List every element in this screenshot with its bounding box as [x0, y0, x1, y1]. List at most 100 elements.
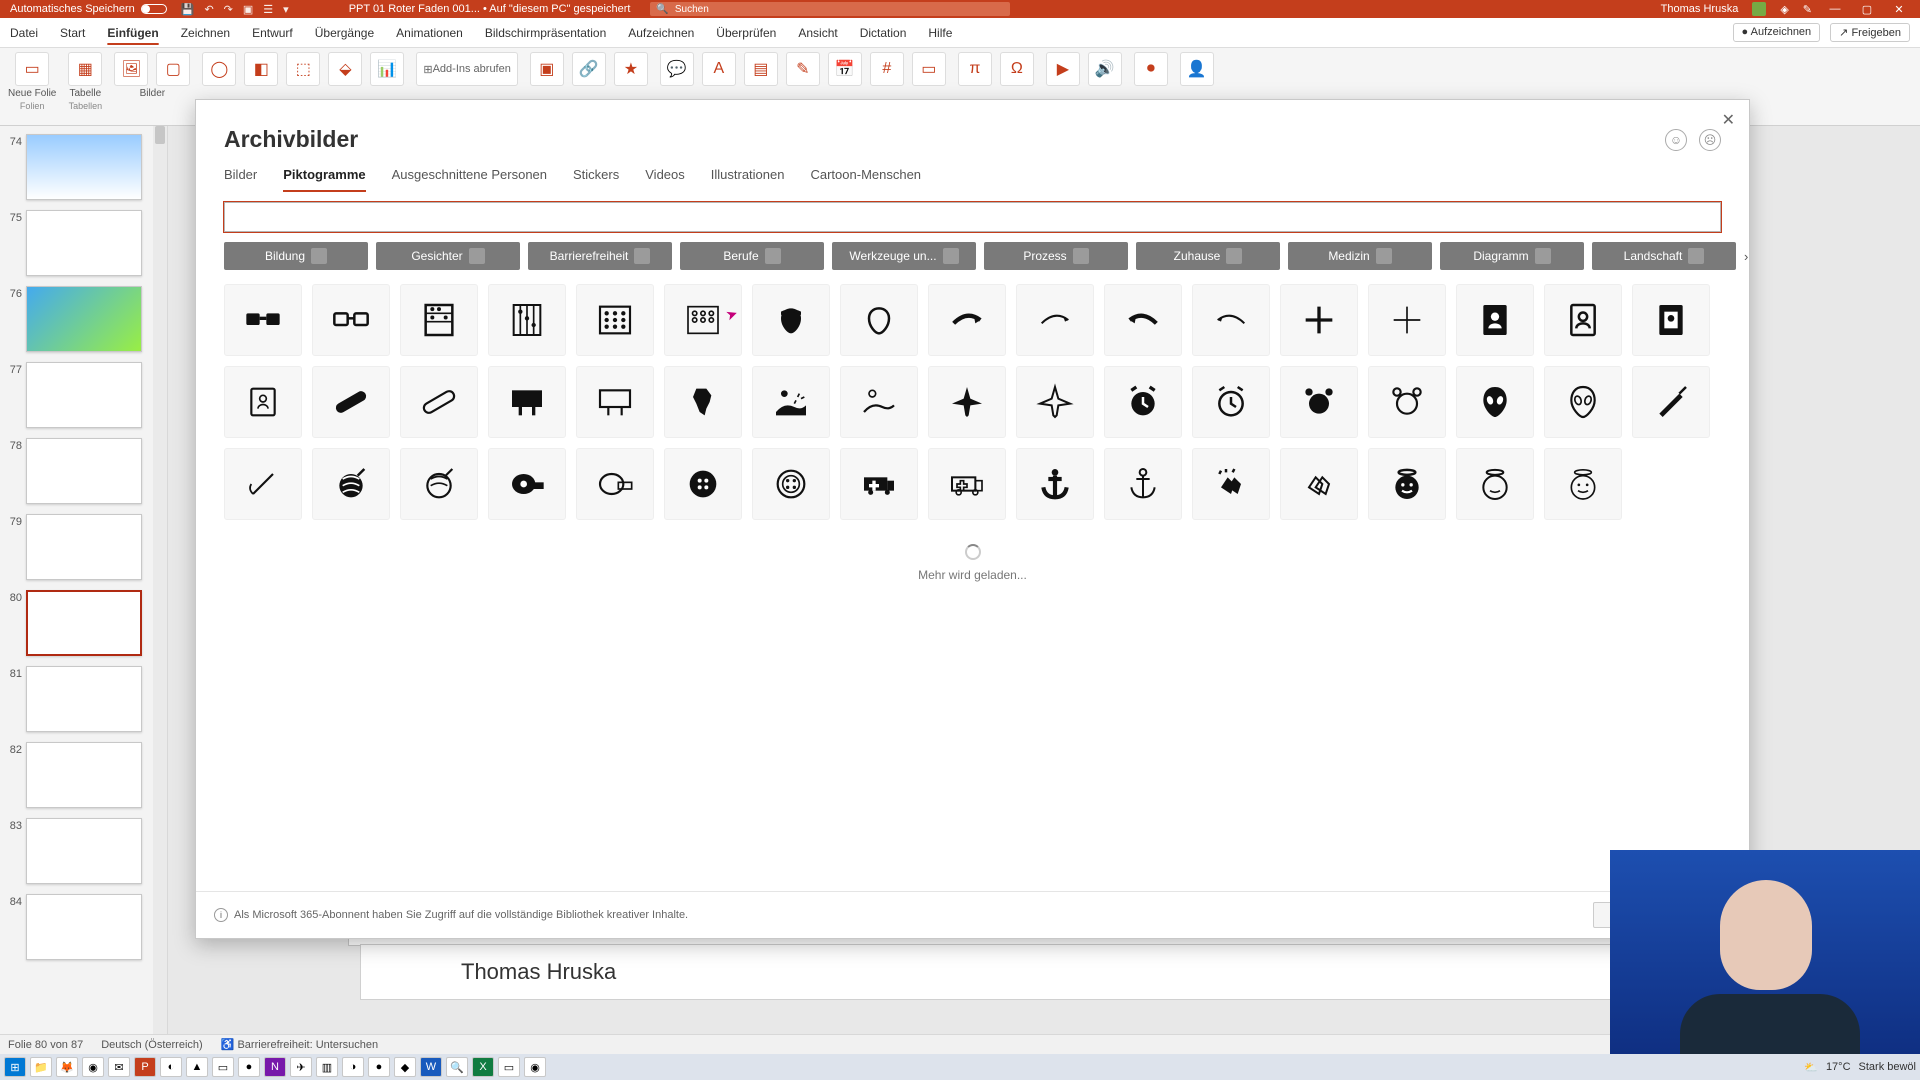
more-icon[interactable]: ▾	[283, 3, 289, 16]
slide-thumb[interactable]	[26, 590, 142, 656]
header-footer-icon[interactable]: ▤	[744, 52, 778, 86]
cameo-icon[interactable]: 👤	[1180, 52, 1214, 86]
status-access[interactable]: ♿ Barrierefreiheit: Untersuchen	[221, 1038, 378, 1051]
angel-face-filled-icon[interactable]	[1368, 448, 1446, 520]
slide-thumb[interactable]	[26, 286, 142, 352]
maximize-button[interactable]: ▢	[1858, 3, 1876, 16]
user-name[interactable]: Thomas Hruska	[1661, 3, 1739, 15]
excel-icon[interactable]: X	[472, 1057, 494, 1077]
chrome-icon[interactable]: ◉	[82, 1057, 104, 1077]
alien-filled-icon[interactable]	[1456, 366, 1534, 438]
yarn-filled-icon[interactable]	[312, 448, 390, 520]
app8-icon[interactable]: 🔍	[446, 1057, 468, 1077]
address-book-outline-icon[interactable]	[1544, 284, 1622, 356]
tab-personen[interactable]: Ausgeschnittene Personen	[392, 167, 547, 192]
start-icon[interactable]: ⊞	[4, 1057, 26, 1077]
slideshow-icon[interactable]: ▣	[243, 3, 253, 16]
app3-icon[interactable]: ●	[238, 1057, 260, 1077]
arrow-curve-right-bold-icon[interactable]	[928, 284, 1006, 356]
explorer-icon[interactable]: 📁	[30, 1057, 52, 1077]
app7-icon[interactable]: ◆	[394, 1057, 416, 1077]
clapping-hands-filled-icon[interactable]	[1192, 448, 1270, 520]
images-icon[interactable]: 🖼	[114, 52, 148, 86]
app9-icon[interactable]: ▭	[498, 1057, 520, 1077]
equation-icon[interactable]: π	[958, 52, 992, 86]
search-box[interactable]: 🔍 Suchen	[650, 2, 1010, 16]
chip-bildung[interactable]: Bildung	[224, 242, 368, 270]
powerpoint-icon[interactable]: P	[134, 1057, 156, 1077]
undo-icon[interactable]: ↶	[204, 3, 213, 16]
outlook-icon[interactable]: ✉	[108, 1057, 130, 1077]
textbox-icon[interactable]: A	[702, 52, 736, 86]
ambulance-filled-icon[interactable]	[840, 448, 918, 520]
africa-filled-icon[interactable]	[664, 366, 742, 438]
app6-icon[interactable]: ●	[368, 1057, 390, 1077]
plus-bold-icon[interactable]	[1280, 284, 1358, 356]
farmland-filled-icon[interactable]	[752, 366, 830, 438]
symbol-icon[interactable]: Ω	[1000, 52, 1034, 86]
dialog-close-icon[interactable]: ✕	[1722, 110, 1735, 130]
wordart-icon[interactable]: ✎	[786, 52, 820, 86]
slide-thumb[interactable]	[26, 438, 142, 504]
tab-einfuegen[interactable]: Einfügen	[107, 26, 158, 40]
new-slide-icon[interactable]: ▭	[15, 52, 49, 86]
acorn-filled-icon[interactable]	[752, 284, 830, 356]
chip-gesichter[interactable]: Gesichter	[376, 242, 520, 270]
slide-thumb[interactable]	[26, 134, 142, 200]
address-book-dark-icon[interactable]	[1632, 284, 1710, 356]
user-avatar[interactable]	[1752, 2, 1766, 16]
icon-search-input[interactable]	[224, 202, 1721, 232]
chip-medizin[interactable]: Medizin	[1288, 242, 1432, 270]
tab-praesentation[interactable]: Bildschirmpräsentation	[485, 26, 606, 40]
tab-zeichnen[interactable]: Zeichnen	[181, 26, 230, 40]
toggle-switch-icon[interactable]	[141, 4, 167, 14]
weather-text[interactable]: Stark bewöl	[1859, 1061, 1916, 1073]
smartart-icon[interactable]: ⬙	[328, 52, 362, 86]
glasses-3d-outline-icon[interactable]	[312, 284, 390, 356]
arrow-curve-right-thin-icon[interactable]	[1016, 284, 1094, 356]
audio-icon[interactable]: 🔊	[1088, 52, 1122, 86]
share-button[interactable]: ↗ Freigeben	[1830, 23, 1910, 42]
coming-soon-icon[interactable]: ◈	[1780, 3, 1788, 16]
redo-icon[interactable]: ↷	[224, 3, 233, 16]
tab-cartoon[interactable]: Cartoon-Menschen	[810, 167, 921, 192]
shapes-icon[interactable]: ◯	[202, 52, 236, 86]
chips-next-icon[interactable]: ›	[1744, 242, 1748, 270]
weather-temp[interactable]: 17°C	[1826, 1061, 1851, 1073]
tab-stickers[interactable]: Stickers	[573, 167, 619, 192]
airplane-filled-icon[interactable]	[928, 366, 1006, 438]
slidenum-icon[interactable]: #	[870, 52, 904, 86]
word-icon[interactable]: W	[420, 1057, 442, 1077]
addins-icon[interactable]: ⊞ Add-Ins abrufen	[416, 52, 518, 86]
tab-illustrationen[interactable]: Illustrationen	[711, 167, 785, 192]
screen-rec-icon[interactable]: ⏺	[1134, 52, 1168, 86]
arrow-curve-left-thin-icon[interactable]	[1192, 284, 1270, 356]
ambulance-outline-icon[interactable]	[928, 448, 1006, 520]
alarm-clock-outline-icon[interactable]	[1192, 366, 1270, 438]
anchor-filled-icon[interactable]	[1016, 448, 1094, 520]
button-outline-icon[interactable]	[752, 448, 830, 520]
bandage-outline-icon[interactable]	[400, 366, 478, 438]
clapping-hands-outline-icon[interactable]	[1280, 448, 1358, 520]
tab-start[interactable]: Start	[60, 26, 85, 40]
abacus-1-icon[interactable]	[400, 284, 478, 356]
autosave-toggle[interactable]: Automatisches Speichern	[4, 3, 173, 15]
alarm-bells-filled-icon[interactable]	[1280, 366, 1358, 438]
chip-prozess[interactable]: Prozess	[984, 242, 1128, 270]
slide-thumb[interactable]	[26, 894, 142, 960]
glasses-3d-filled-icon[interactable]	[224, 284, 302, 356]
app-icon[interactable]: ◐	[160, 1057, 182, 1077]
app5-icon[interactable]: ◑	[342, 1057, 364, 1077]
airplane-outline-icon[interactable]	[1016, 366, 1094, 438]
tab-animationen[interactable]: Animationen	[396, 26, 463, 40]
chip-werkzeuge[interactable]: Werkzeuge un...	[832, 242, 976, 270]
chart-icon[interactable]: 📊	[370, 52, 404, 86]
address-book-filled-icon[interactable]	[1456, 284, 1534, 356]
tab-ueberpruefen[interactable]: Überprüfen	[716, 26, 776, 40]
firefox-icon[interactable]: 🦊	[56, 1057, 78, 1077]
edge-icon[interactable]: ◉	[524, 1057, 546, 1077]
slide-thumb[interactable]	[26, 742, 142, 808]
chip-zuhause[interactable]: Zuhause	[1136, 242, 1280, 270]
chip-berufe[interactable]: Berufe	[680, 242, 824, 270]
save-icon[interactable]: 💾	[181, 3, 195, 16]
